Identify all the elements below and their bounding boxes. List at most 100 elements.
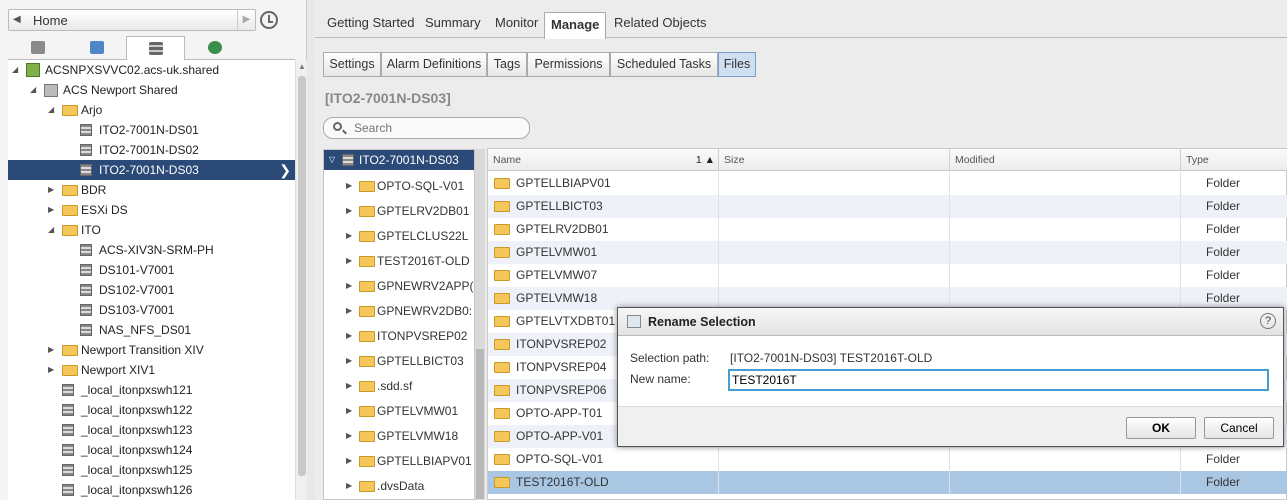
tab-related-objects[interactable]: Related Objects — [614, 15, 707, 30]
panel-splitter[interactable] — [307, 0, 315, 500]
column-header-modified[interactable]: Modified — [950, 149, 1181, 171]
folder-tree-item[interactable]: ▶ GPTELVMW01 — [324, 399, 474, 423]
subtab-tags[interactable]: Tags — [487, 52, 527, 77]
expand-icon[interactable]: ▶ — [346, 274, 356, 298]
subtab-scheduled-tasks[interactable]: Scheduled Tasks — [610, 52, 718, 77]
tree-item[interactable]: NAS_NFS_DS01 — [8, 320, 295, 340]
table-row[interactable]: GPTELRV2DB01 Folder — [488, 218, 1287, 241]
tree-item[interactable]: ◢ ACSNPXSVVC02.acs-uk.shared — [8, 60, 295, 80]
folder-tree-item[interactable]: ▶ ITONPVSREP02 — [324, 324, 474, 348]
expand-icon[interactable]: ▶ — [346, 199, 356, 223]
expand-icon[interactable]: ▶ — [48, 180, 58, 200]
expand-icon[interactable]: ▶ — [346, 224, 356, 248]
folder-tree-item[interactable]: ▶ GPTELLBIAPV01 — [324, 449, 474, 473]
folder-tree-item[interactable]: ▶ GPTELRV2DB01 — [324, 199, 474, 223]
table-row[interactable]: GPTELLBIAPV01 Folder — [488, 172, 1287, 195]
table-row[interactable]: GPTELVMW01 Folder — [488, 241, 1287, 264]
new-name-input[interactable] — [728, 369, 1269, 391]
expand-icon[interactable]: ▶ — [346, 449, 356, 473]
tree-item[interactable]: ▶ ESXi DS — [8, 200, 295, 220]
expand-icon[interactable]: ▶ — [346, 374, 356, 398]
tree-item[interactable]: _local_itonpxswh121 — [8, 380, 295, 400]
tree-item[interactable]: _local_itonpxswh123 — [8, 420, 295, 440]
folder-tree-item[interactable]: ▶ GPNEWRV2APP( — [324, 274, 474, 298]
column-header-type[interactable]: Type — [1181, 149, 1287, 171]
folder-tree-item[interactable]: ▶ GPNEWRV2DB0: — [324, 299, 474, 323]
tree-item[interactable]: _local_itonpxswh122 — [8, 400, 295, 420]
tree-item[interactable]: _local_itonpxswh124 — [8, 440, 295, 460]
folder-tree-item[interactable]: ▶ OPTO-SQL-V01 — [324, 174, 474, 198]
column-header-size[interactable]: Size — [719, 149, 950, 171]
tab-manage[interactable]: Manage — [544, 12, 607, 39]
search-box[interactable] — [323, 117, 530, 139]
expand-icon[interactable]: ▶ — [346, 399, 356, 423]
table-row[interactable]: TEST2016T-OLD Folder — [488, 471, 1287, 494]
scrollbar-thumb[interactable] — [298, 76, 306, 476]
expand-icon[interactable]: ▶ — [346, 349, 356, 373]
tab-networking[interactable] — [185, 36, 244, 60]
tab-vms-templates[interactable] — [67, 36, 126, 60]
collapse-icon[interactable]: ◢ — [30, 80, 40, 100]
help-icon[interactable]: ? — [1260, 313, 1276, 329]
tree-item[interactable]: DS103-V7001 — [8, 300, 295, 320]
scroll-up-icon[interactable]: ▲ — [298, 62, 306, 71]
tree-item[interactable]: ◢ ACS Newport Shared — [8, 80, 295, 100]
table-row[interactable]: GPTELVMW07 Folder — [488, 264, 1287, 287]
tab-hosts-clusters[interactable] — [8, 36, 67, 60]
sort-ascending-icon[interactable]: 1 ▲ — [696, 149, 715, 171]
collapse-icon[interactable]: ◢ — [48, 100, 58, 120]
tab-getting-started[interactable]: Getting Started — [327, 15, 414, 30]
column-header-name[interactable]: Name 1 ▲ — [488, 149, 719, 171]
tree-scrollbar[interactable]: ▲ — [295, 60, 307, 500]
tree-item[interactable]: ITO2-7001N-DS02 — [8, 140, 295, 160]
expand-icon[interactable]: ▶ — [48, 340, 58, 360]
folder-tree-item[interactable]: ▶ TEST2016T-OLD — [324, 249, 474, 273]
tree-item[interactable]: ITO2-7001N-DS01 — [8, 120, 295, 140]
expand-icon[interactable]: ▶ — [346, 474, 356, 498]
expand-icon[interactable]: ▶ — [346, 424, 356, 448]
ok-button[interactable]: OK — [1126, 417, 1196, 439]
folder-tree-item[interactable]: ▶ GPTELVMW18 — [324, 424, 474, 448]
scrollbar-thumb[interactable] — [476, 349, 484, 499]
subtab-alarm-definitions[interactable]: Alarm Definitions — [381, 52, 487, 77]
table-row[interactable]: OPTO-SQL-V01 Folder — [488, 448, 1287, 471]
tree-item[interactable]: ▶ Newport XIV1 — [8, 360, 295, 380]
dialog-titlebar[interactable]: Rename Selection ? — [618, 308, 1283, 336]
search-input[interactable] — [354, 120, 524, 136]
forward-arrow-icon[interactable]: ▶ — [237, 10, 255, 30]
folder-tree-item[interactable]: ▶ .dvsData — [324, 474, 474, 498]
tab-monitor[interactable]: Monitor — [495, 15, 538, 30]
tree-item[interactable]: ITO2-7001N-DS03 ❯ — [8, 160, 295, 180]
tab-storage[interactable] — [126, 36, 185, 61]
expand-icon[interactable]: ▶ — [346, 299, 356, 323]
tree-item[interactable]: DS101-V7001 — [8, 260, 295, 280]
subtab-settings[interactable]: Settings — [323, 52, 381, 77]
history-icon[interactable] — [260, 11, 278, 29]
expand-icon[interactable]: ▶ — [346, 174, 356, 198]
folder-tree-item[interactable]: ▶ GPTELLBICT03 — [324, 349, 474, 373]
tree-item[interactable]: ACS-XIV3N-SRM-PH — [8, 240, 295, 260]
folder-tree-scrollbar[interactable] — [475, 149, 485, 500]
tree-item[interactable]: ◢ Arjo — [8, 100, 295, 120]
expand-icon[interactable]: ▶ — [346, 249, 356, 273]
collapse-icon[interactable]: ◢ — [12, 60, 22, 80]
cancel-button[interactable]: Cancel — [1204, 417, 1274, 439]
tree-item[interactable]: _local_itonpxswh125 — [8, 460, 295, 480]
home-nav-button[interactable]: ◀ Home ▶ — [8, 9, 256, 31]
expand-icon[interactable]: ▶ — [346, 324, 356, 348]
collapse-icon[interactable]: ◢ — [48, 220, 58, 240]
collapse-icon[interactable]: ▽ — [329, 150, 339, 170]
expand-icon[interactable]: ▶ — [48, 360, 58, 380]
back-arrow-icon[interactable]: ◀ — [13, 14, 21, 25]
tab-summary[interactable]: Summary — [425, 15, 481, 30]
tree-item[interactable]: _local_itonpxswh126 — [8, 480, 295, 500]
subtab-files[interactable]: Files — [718, 52, 756, 77]
table-row[interactable]: GPTELLBICT03 Folder — [488, 195, 1287, 218]
chevron-right-icon[interactable]: ❯ — [279, 160, 291, 180]
expand-icon[interactable]: ▶ — [48, 200, 58, 220]
folder-tree-item[interactable]: ▶ GPTELCLUS22L — [324, 224, 474, 248]
folder-tree-item[interactable]: ▶ .sdd.sf — [324, 374, 474, 398]
tree-item[interactable]: ▶ BDR — [8, 180, 295, 200]
folder-tree-root[interactable]: ▽ ITO2-7001N-DS03 — [324, 150, 474, 170]
tree-item[interactable]: ▶ Newport Transition XIV — [8, 340, 295, 360]
